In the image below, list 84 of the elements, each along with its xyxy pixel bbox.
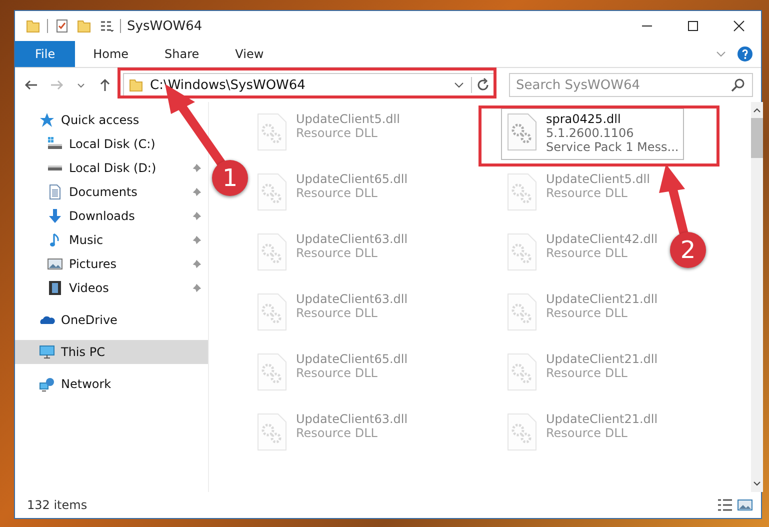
file-name: UpdateClient21.dll — [546, 412, 658, 426]
file-detail: Resource DLL — [296, 126, 378, 140]
nav-item[interactable]: Videos — [15, 276, 208, 300]
close-icon[interactable] — [733, 20, 745, 32]
drive-icon — [47, 136, 63, 152]
nav-item[interactable]: This PC — [15, 340, 208, 364]
network-icon — [39, 376, 55, 392]
file-detail: Resource DLL — [296, 246, 378, 260]
pin-icon[interactable] — [191, 234, 202, 246]
gear-file-icon — [506, 352, 538, 392]
search-field[interactable]: Search SysWOW64 — [509, 73, 753, 97]
down-arrow-icon — [47, 208, 63, 224]
pin-icon[interactable] — [191, 258, 202, 270]
pin-icon[interactable] — [191, 282, 202, 294]
monitor-icon — [39, 344, 55, 360]
scroll-thumb[interactable] — [751, 118, 763, 158]
properties-icon[interactable] — [54, 18, 70, 34]
file-name: UpdateClient63.dll — [296, 232, 408, 246]
gear-file-icon — [256, 352, 288, 392]
gear-file-icon — [256, 232, 288, 272]
gear-file-icon — [506, 232, 538, 272]
search-icon — [730, 77, 746, 93]
document-icon — [47, 184, 63, 200]
ribbon-tab[interactable]: File — [15, 41, 76, 67]
nav-item[interactable]: Pictures — [15, 252, 208, 276]
picture-icon — [47, 256, 63, 272]
star-icon — [39, 112, 55, 128]
file-name: UpdateClient5.dll — [296, 112, 400, 126]
file-name: UpdateClient63.dll — [296, 292, 408, 306]
file-detail: Resource DLL — [546, 246, 628, 260]
scrollbar[interactable] — [751, 102, 763, 492]
details-view-icon[interactable] — [717, 497, 733, 513]
ribbon-tab[interactable]: View — [217, 41, 282, 67]
help-icon[interactable] — [737, 46, 753, 62]
gear-file-icon — [256, 292, 288, 332]
nav-item[interactable]: Downloads — [15, 204, 208, 228]
gear-file-icon — [256, 172, 288, 212]
nav-item[interactable]: Documents — [15, 180, 208, 204]
gear-file-icon — [506, 112, 538, 152]
gear-file-icon — [506, 412, 538, 452]
file-detail: Resource DLL — [546, 186, 628, 200]
nav-item[interactable]: Local Disk (D:) — [15, 156, 208, 180]
file-name: UpdateClient65.dll — [296, 352, 408, 366]
pin-icon[interactable] — [191, 162, 202, 174]
file-detail: Resource DLL — [546, 306, 628, 320]
folder-icon[interactable] — [25, 18, 41, 34]
nav-item[interactable]: Quick access — [15, 108, 208, 132]
file-name: UpdateClient65.dll — [296, 172, 408, 186]
file-detail: Resource DLL — [546, 426, 628, 440]
address-path: C:\Windows\SysWOW64 — [150, 78, 306, 92]
file-name: UpdateClient5.dll — [546, 172, 650, 186]
pin-icon[interactable] — [191, 210, 202, 222]
file-detail: Resource DLL — [296, 186, 378, 200]
ribbon-tab[interactable]: Share — [146, 41, 218, 67]
window-title: SysWOW64 — [127, 18, 202, 34]
gear-file-icon — [506, 292, 538, 332]
pin-icon[interactable] — [191, 186, 202, 198]
file-detail: Resource DLL — [546, 366, 628, 380]
file-tile[interactable]: spra0425.dll 5.1.2600.1106 Service Pack 1 Mess... — [501, 108, 684, 160]
large-icons-view-icon[interactable] — [737, 497, 753, 513]
file-name: UpdateClient21.dll — [546, 292, 658, 306]
file-detail: Service Pack 1 Mess... — [546, 140, 679, 154]
file-name: UpdateClient21.dll — [546, 352, 658, 366]
nav-item[interactable]: Music — [15, 228, 208, 252]
nav-item[interactable]: OneDrive — [15, 308, 208, 332]
item-count: 132 items — [27, 498, 88, 512]
gear-file-icon — [256, 112, 288, 152]
file-detail: Resource DLL — [296, 426, 378, 440]
ribbon-tab[interactable]: Home — [75, 41, 147, 67]
file-detail: Resource DLL — [296, 366, 378, 380]
folder-icon — [128, 77, 144, 93]
gear-file-icon — [506, 172, 538, 212]
file-detail: Resource DLL — [296, 306, 378, 320]
file-name: spra0425.dll — [546, 112, 622, 126]
drive-icon — [47, 165, 63, 171]
film-icon — [47, 280, 63, 296]
nav-item[interactable]: Network — [15, 372, 208, 396]
file-name: UpdateClient42.dll — [546, 232, 658, 246]
file-name: UpdateClient63.dll — [296, 412, 408, 426]
maximize-icon[interactable] — [687, 20, 699, 32]
nav-item[interactable]: Local Disk (C:) — [15, 132, 208, 156]
file-detail: 5.1.2600.1106 — [546, 126, 635, 140]
gear-file-icon — [256, 412, 288, 452]
new-folder-icon[interactable] — [76, 18, 92, 34]
